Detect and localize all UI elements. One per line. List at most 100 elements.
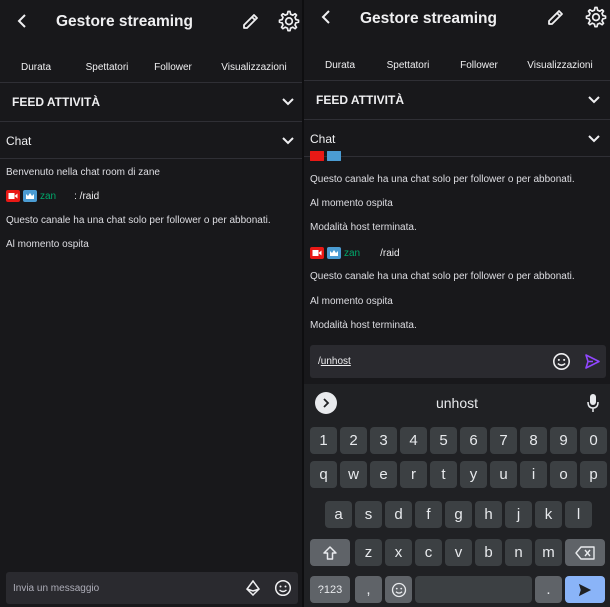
key-a[interactable]: a bbox=[325, 501, 352, 528]
chat-username[interactable]: zan bbox=[344, 248, 360, 259]
backspace-icon bbox=[575, 545, 595, 560]
key-c[interactable]: c bbox=[415, 539, 442, 566]
chat-username[interactable]: zan bbox=[40, 191, 56, 202]
suggestion-bar: unhost bbox=[304, 384, 610, 422]
key-t[interactable]: t bbox=[430, 461, 457, 488]
send-key[interactable] bbox=[565, 576, 605, 603]
key-5[interactable]: 5 bbox=[430, 427, 457, 454]
chevron-down-icon[interactable] bbox=[587, 93, 601, 107]
activity-feed-row[interactable]: FEED ATTIVITÀ bbox=[0, 82, 302, 120]
word-suggestion[interactable]: unhost bbox=[304, 395, 610, 411]
key-6[interactable]: 6 bbox=[460, 427, 487, 454]
tab-viewers[interactable]: Spettatori bbox=[86, 62, 129, 73]
key-d[interactable]: d bbox=[385, 501, 412, 528]
key-7[interactable]: 7 bbox=[490, 427, 517, 454]
space-key[interactable] bbox=[415, 576, 532, 603]
key-4[interactable]: 4 bbox=[400, 427, 427, 454]
key-x[interactable]: x bbox=[385, 539, 412, 566]
chat-row[interactable]: Chat bbox=[304, 119, 610, 157]
header: Gestore streaming bbox=[304, 0, 610, 42]
period-key[interactable]: . bbox=[535, 576, 562, 603]
key-1[interactable]: 1 bbox=[310, 427, 337, 454]
chevron-left-icon[interactable] bbox=[12, 10, 32, 32]
broadcaster-badge-icon bbox=[310, 151, 324, 161]
chat-message-cut bbox=[310, 151, 344, 161]
key-b[interactable]: b bbox=[475, 539, 502, 566]
key-p[interactable]: p bbox=[580, 461, 607, 488]
tab-followers[interactable]: Follower bbox=[460, 60, 498, 71]
emoji-icon[interactable] bbox=[274, 579, 292, 597]
chevron-down-icon[interactable] bbox=[587, 132, 601, 146]
key-o[interactable]: o bbox=[550, 461, 577, 488]
pencil-icon[interactable] bbox=[545, 6, 567, 28]
emoji-icon[interactable] bbox=[552, 352, 571, 371]
chat-input[interactable]: /unhost bbox=[310, 345, 606, 378]
key-0[interactable]: 0 bbox=[580, 427, 607, 454]
stats-tabs: Durata Spettatori Follower Visualizzazio… bbox=[304, 60, 610, 82]
key-u[interactable]: u bbox=[490, 461, 517, 488]
tab-views[interactable]: Visualizzazioni bbox=[221, 62, 286, 73]
activity-feed-row[interactable]: FEED ATTIVITÀ bbox=[304, 80, 610, 118]
key-q[interactable]: q bbox=[310, 461, 337, 488]
key-r[interactable]: r bbox=[400, 461, 427, 488]
chat-message: Modalità host terminata. bbox=[310, 222, 417, 233]
shift-icon bbox=[323, 545, 337, 560]
key-y[interactable]: y bbox=[460, 461, 487, 488]
key-f[interactable]: f bbox=[415, 501, 442, 528]
activity-feed-label: FEED ATTIVITÀ bbox=[12, 95, 100, 109]
chat-message: Questo canale ha una chat solo per follo… bbox=[6, 215, 271, 226]
chat-message-text: : /raid bbox=[74, 190, 100, 202]
tab-duration[interactable]: Durata bbox=[21, 62, 51, 73]
chat-message: Al momento ospita bbox=[6, 239, 89, 250]
key-e[interactable]: e bbox=[370, 461, 397, 488]
chevron-down-icon[interactable] bbox=[281, 134, 295, 148]
chevron-left-icon[interactable] bbox=[316, 6, 336, 28]
chat-message: Al momento ospita bbox=[310, 296, 393, 307]
key-w[interactable]: w bbox=[340, 461, 367, 488]
emoji-icon bbox=[391, 582, 406, 597]
key-j[interactable]: j bbox=[505, 501, 532, 528]
key-3[interactable]: 3 bbox=[370, 427, 397, 454]
tab-followers[interactable]: Follower bbox=[154, 62, 192, 73]
gear-icon[interactable] bbox=[276, 9, 300, 33]
stats-tabs: Durata Spettatori Follower Visualizzazio… bbox=[0, 62, 302, 84]
comma-key[interactable]: , bbox=[355, 576, 382, 603]
key-s[interactable]: s bbox=[355, 501, 382, 528]
symbols-key[interactable]: ?123 bbox=[310, 576, 350, 603]
key-2[interactable]: 2 bbox=[340, 427, 367, 454]
broadcaster-badge-icon bbox=[310, 247, 324, 259]
key-l[interactable]: l bbox=[565, 501, 592, 528]
key-9[interactable]: 9 bbox=[550, 427, 577, 454]
crown-badge-icon bbox=[327, 151, 341, 161]
microphone-icon[interactable] bbox=[586, 393, 600, 413]
send-icon[interactable] bbox=[584, 353, 601, 370]
pencil-icon[interactable] bbox=[240, 10, 262, 32]
tab-viewers[interactable]: Spettatori bbox=[387, 60, 430, 71]
broadcaster-badge-icon bbox=[6, 190, 20, 202]
key-k[interactable]: k bbox=[535, 501, 562, 528]
divider bbox=[0, 158, 302, 159]
backspace-key[interactable] bbox=[565, 539, 605, 566]
key-n[interactable]: n bbox=[505, 539, 532, 566]
chevron-down-icon[interactable] bbox=[281, 95, 295, 109]
chat-message: Questo canale ha una chat solo per follo… bbox=[310, 174, 575, 185]
key-8[interactable]: 8 bbox=[520, 427, 547, 454]
chat-row[interactable]: Chat bbox=[0, 121, 302, 159]
key-g[interactable]: g bbox=[445, 501, 472, 528]
key-m[interactable]: m bbox=[535, 539, 562, 566]
shift-key[interactable] bbox=[310, 539, 350, 566]
chat-input[interactable]: Invia un messaggio bbox=[6, 572, 298, 604]
key-h[interactable]: h bbox=[475, 501, 502, 528]
tab-duration[interactable]: Durata bbox=[325, 60, 355, 71]
tab-views[interactable]: Visualizzazioni bbox=[527, 60, 592, 71]
chat-message: Questo canale ha una chat solo per follo… bbox=[310, 271, 575, 282]
key-i[interactable]: i bbox=[520, 461, 547, 488]
key-v[interactable]: v bbox=[445, 539, 472, 566]
emoji-key[interactable] bbox=[385, 576, 412, 603]
key-z[interactable]: z bbox=[355, 539, 382, 566]
chat-message: Al momento ospita bbox=[310, 198, 393, 209]
chat-message-raid: zan : /raid bbox=[6, 189, 99, 203]
gear-icon[interactable] bbox=[583, 5, 607, 29]
on-screen-keyboard: unhost 1 2 3 4 5 6 7 8 9 0 q w e r t y u… bbox=[304, 384, 610, 607]
bits-icon[interactable] bbox=[245, 580, 261, 596]
